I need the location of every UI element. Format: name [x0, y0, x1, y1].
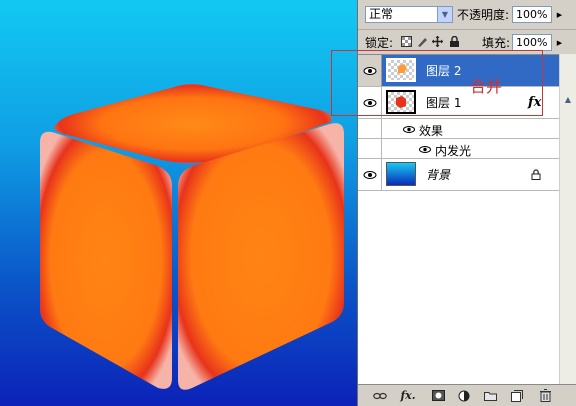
layers-scrollbar[interactable]: ▲ — [559, 54, 576, 384]
layers-bottom-toolbar: fx. — [358, 384, 576, 406]
document-canvas[interactable] — [0, 0, 357, 406]
inner-glow-label: 内发光 — [435, 144, 472, 158]
lock-transparency-icon[interactable] — [401, 36, 412, 47]
scroll-up-icon[interactable]: ▲ — [560, 92, 576, 106]
new-layer-icon[interactable] — [510, 389, 524, 402]
chevron-down-icon[interactable]: ▼ — [437, 7, 452, 22]
lock-label: 锁定: — [365, 36, 394, 50]
fill-dropdown-icon[interactable]: ▶ — [555, 34, 564, 51]
blend-mode-value: 正常 — [369, 7, 394, 21]
lock-image-pixels-icon[interactable] — [417, 36, 428, 47]
lock-all-icon[interactable] — [449, 36, 460, 47]
effects-label: 效果 — [419, 124, 444, 138]
fx-icon[interactable]: fx. — [400, 389, 415, 402]
blend-opacity-row: 正常 ▼ 不透明度: 100% ▶ — [358, 0, 576, 29]
eye-icon[interactable] — [419, 145, 431, 154]
lock-icon — [531, 169, 541, 180]
mask-icon[interactable] — [431, 389, 445, 402]
layer-row-background[interactable]: 背景 — [358, 159, 559, 191]
layer-thumbnail — [386, 162, 416, 186]
link-icon[interactable] — [373, 389, 387, 402]
eye-icon[interactable] — [403, 125, 415, 134]
cube-right-face — [178, 123, 344, 390]
opacity-dropdown-icon[interactable]: ▶ — [555, 6, 564, 23]
opacity-input[interactable]: 100% — [512, 6, 552, 23]
eye-icon[interactable] — [358, 159, 382, 190]
annotation-box — [331, 50, 543, 116]
lock-position-icon[interactable] — [432, 36, 443, 47]
effects-group-row[interactable]: 效果 — [358, 119, 559, 139]
fill-input[interactable]: 100% — [512, 34, 552, 51]
layer-name: 背景 — [426, 168, 451, 182]
effect-row-inner-glow[interactable]: 内发光 — [358, 139, 559, 159]
blend-mode-select[interactable]: 正常 ▼ — [365, 6, 453, 23]
cube-artwork — [40, 84, 344, 390]
folder-icon[interactable] — [483, 389, 497, 402]
effects-spacer — [358, 119, 382, 138]
opacity-label: 不透明度: — [457, 8, 510, 22]
fill-label: 填充: — [482, 36, 511, 50]
trash-icon[interactable] — [538, 389, 552, 402]
annotation-text: 合并 — [470, 77, 503, 96]
effects-spacer — [358, 139, 382, 158]
cube-left-face — [40, 131, 172, 389]
adjustment-icon[interactable] — [457, 389, 471, 402]
